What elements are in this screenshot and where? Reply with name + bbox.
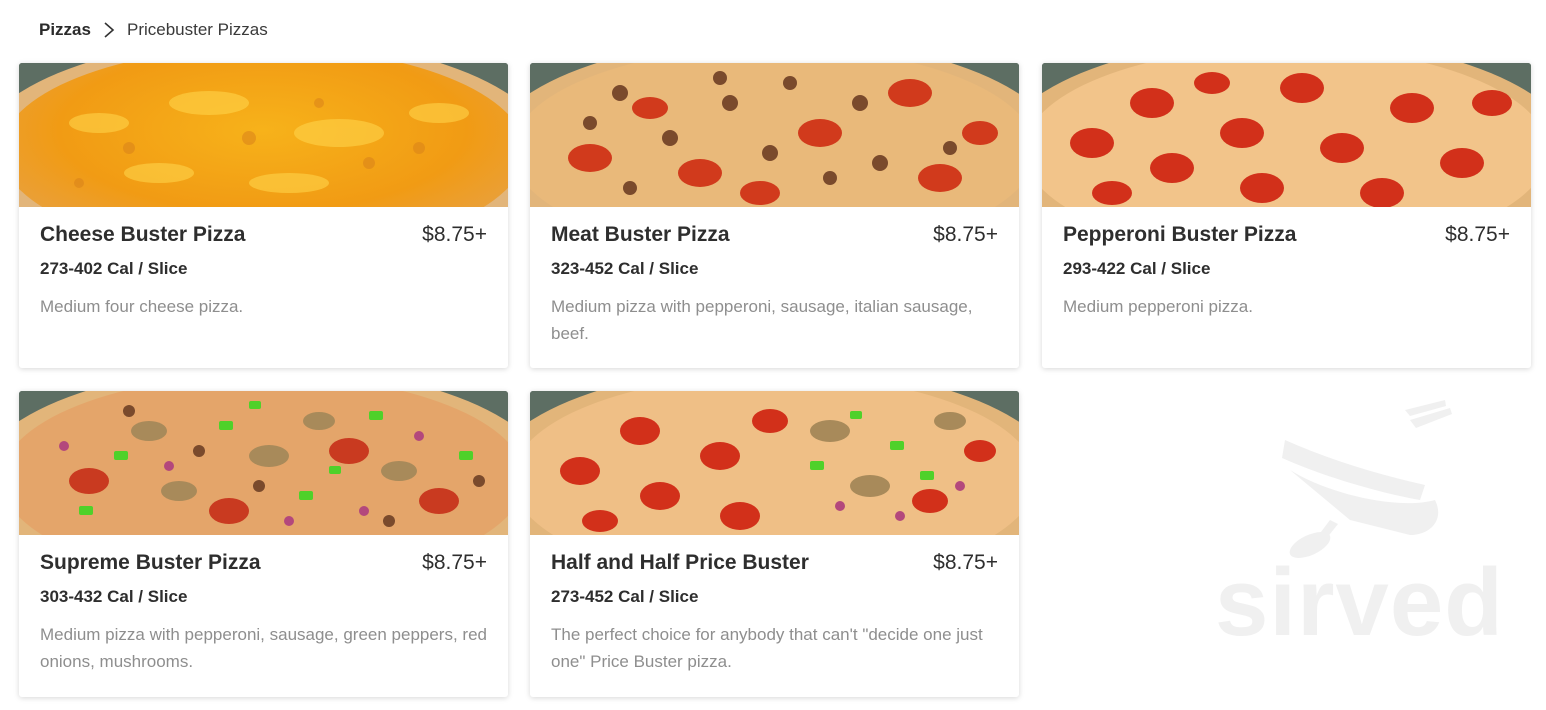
watermark-logo-text: sirved xyxy=(1215,549,1504,656)
item-name: Supreme Buster Pizza xyxy=(40,551,261,574)
supreme-pizza-photo xyxy=(19,391,508,535)
menu-item-card[interactable]: Half and Half Price Buster $8.75+ 273-45… xyxy=(530,391,1019,697)
item-description: Medium pepperoni pizza. xyxy=(1063,297,1253,316)
cheese-pizza-photo xyxy=(19,63,508,207)
breadcrumb-current: Pricebuster Pizzas xyxy=(126,20,268,39)
breadcrumb: Pizzas Pricebuster Pizzas xyxy=(39,18,268,42)
item-price: $8.75+ xyxy=(422,223,487,246)
item-name: Pepperoni Buster Pizza xyxy=(1063,223,1297,246)
item-price: $8.75+ xyxy=(933,223,998,246)
menu-item-card[interactable]: Cheese Buster Pizza $8.75+ 273-402 Cal /… xyxy=(19,63,508,368)
item-name: Meat Buster Pizza xyxy=(551,223,730,246)
menu-item-card[interactable]: Supreme Buster Pizza $8.75+ 303-432 Cal … xyxy=(19,391,508,697)
item-calories: 273-452 Cal / Slice xyxy=(551,587,699,606)
item-calories: 273-402 Cal / Slice xyxy=(40,259,188,278)
item-description: Medium pizza with pepperoni, sausage, it… xyxy=(551,297,973,343)
menu-item-card[interactable]: Meat Buster Pizza $8.75+ 323-452 Cal / S… xyxy=(530,63,1019,368)
item-calories: 293-422 Cal / Slice xyxy=(1063,259,1211,278)
item-description: The perfect choice for anybody that can'… xyxy=(551,625,983,671)
item-description: Medium pizza with pepperoni, sausage, gr… xyxy=(40,625,487,671)
chevron-right-icon xyxy=(91,21,127,39)
item-name: Half and Half Price Buster xyxy=(551,551,809,574)
item-calories: 323-452 Cal / Slice xyxy=(551,259,699,278)
item-description: Medium four cheese pizza. xyxy=(40,297,244,316)
menu-item-card[interactable]: Pepperoni Buster Pizza $8.75+ 293-422 Ca… xyxy=(1042,63,1531,368)
item-calories: 303-432 Cal / Slice xyxy=(40,587,188,606)
pepperoni-pizza-photo xyxy=(1042,63,1531,207)
half-and-half-pizza-photo xyxy=(530,391,1019,535)
item-price: $8.75+ xyxy=(933,551,998,574)
item-price: $8.75+ xyxy=(1445,223,1510,246)
breadcrumb-link-pizzas[interactable]: Pizzas xyxy=(39,20,91,40)
item-name: Cheese Buster Pizza xyxy=(40,223,246,246)
meat-pizza-photo xyxy=(530,63,1019,207)
item-price: $8.75+ xyxy=(422,551,487,574)
